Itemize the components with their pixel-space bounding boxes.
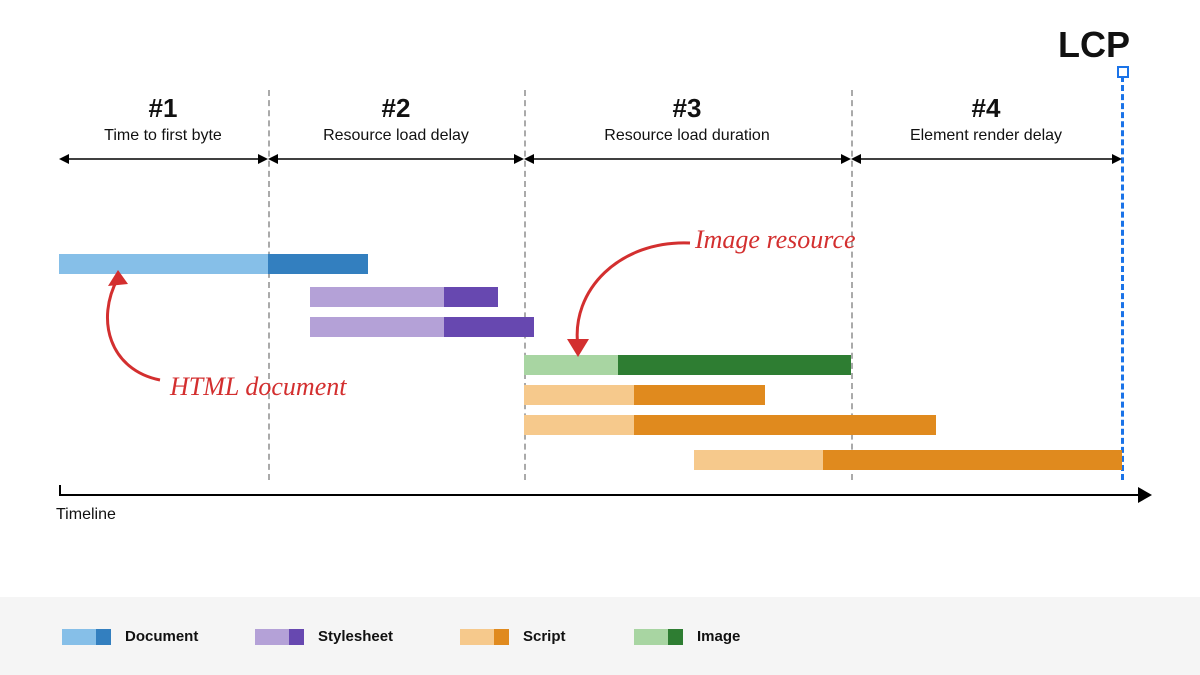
phase-2-label: Resource load delay [323, 127, 469, 145]
range-arrow-1 [59, 150, 268, 168]
annotation-html-document: HTML document [170, 372, 346, 402]
legend: Document Stylesheet Script Image [0, 597, 1200, 675]
legend-document-label: Document [125, 628, 198, 645]
bar-script2-light [524, 415, 634, 435]
legend-document: Document [62, 628, 198, 645]
lcp-label: LCP [1058, 24, 1130, 66]
phase-divider-1 [268, 90, 270, 480]
range-arrow-3 [524, 150, 851, 168]
bar-script1-dark [634, 385, 765, 405]
annotation-image-resource: Image resource [695, 225, 856, 255]
phase-4-label: Element render delay [910, 127, 1062, 145]
axis-label: Timeline [56, 506, 116, 524]
range-arrow-4 [851, 150, 1122, 168]
phase-2-number: #2 [382, 93, 411, 124]
bar-document-dark [268, 254, 368, 274]
annotation-arrow-image [560, 235, 700, 360]
legend-script: Script [460, 628, 566, 645]
lcp-dashed-line [1121, 76, 1124, 480]
phase-1-label: Time to first byte [104, 127, 222, 145]
diagram-stage: LCP #1 Time to first byte #2 Resource lo… [0, 0, 1200, 675]
bar-script2-dark [634, 415, 936, 435]
legend-image: Image [634, 628, 740, 645]
legend-stylesheet-label: Stylesheet [318, 628, 393, 645]
bar-script3-light [694, 450, 823, 470]
bar-script3-dark [823, 450, 1122, 470]
phase-1-number: #1 [149, 93, 178, 124]
axis-arrow-icon [1138, 487, 1152, 503]
timeline-axis [59, 494, 1141, 496]
range-arrow-2 [268, 150, 524, 168]
phase-4-number: #4 [972, 93, 1001, 124]
phase-3-label: Resource load duration [604, 127, 769, 145]
bar-stylesheet1-light [310, 287, 444, 307]
phase-3-number: #3 [673, 93, 702, 124]
bar-stylesheet1-dark [444, 287, 498, 307]
bar-script1-light [524, 385, 634, 405]
bar-stylesheet2-light [310, 317, 444, 337]
bar-stylesheet2-dark [444, 317, 534, 337]
legend-image-label: Image [697, 628, 740, 645]
legend-stylesheet: Stylesheet [255, 628, 393, 645]
legend-script-label: Script [523, 628, 566, 645]
